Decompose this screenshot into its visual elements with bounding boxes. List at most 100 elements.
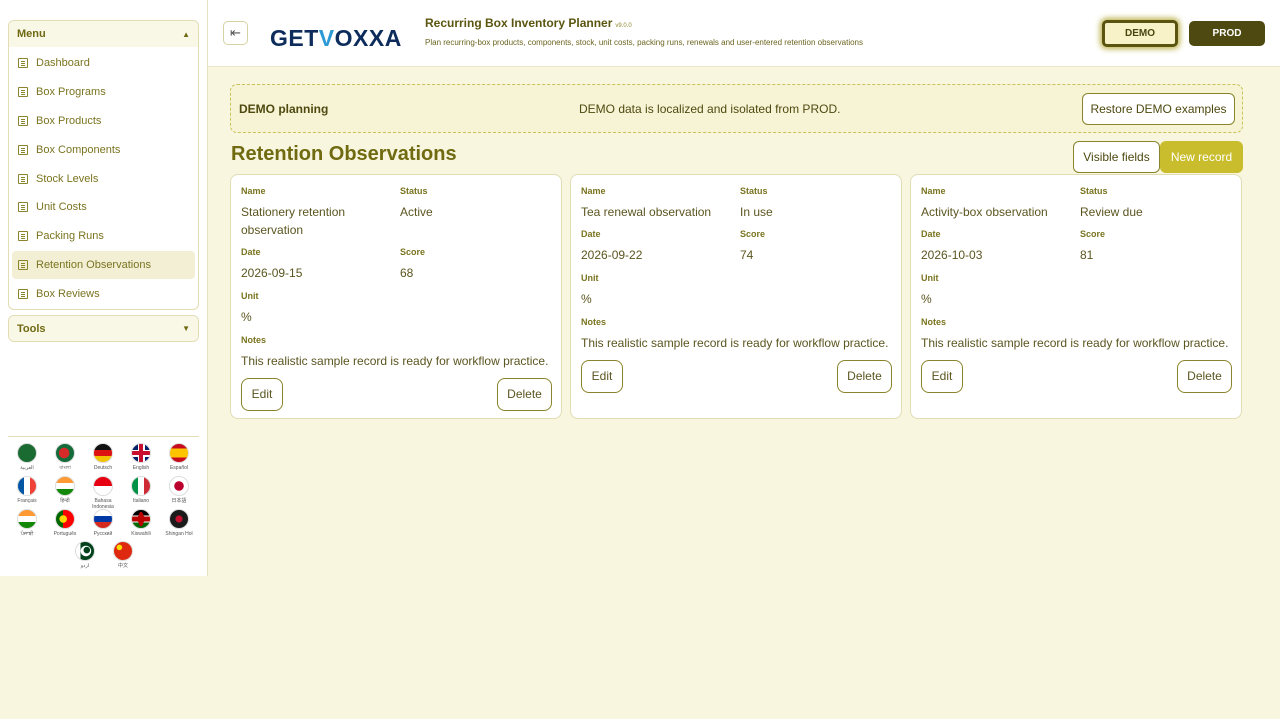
tools-header[interactable]: Tools ▼ [9, 316, 198, 341]
edit-button[interactable]: Edit [581, 360, 623, 393]
lang-label: اردو [80, 563, 90, 569]
sidebar-item-label: Unit Costs [36, 201, 87, 214]
flag-shingan-icon [169, 509, 189, 529]
field-value: This realistic sample record is ready fo… [921, 336, 1229, 350]
sidebar-item-unit-costs[interactable]: Unit Costs [9, 193, 198, 222]
edit-button[interactable]: Edit [241, 378, 283, 411]
lang-swahili[interactable]: Kiswahili [123, 509, 159, 537]
flag-russia-icon [93, 509, 113, 529]
flag-japan-icon [169, 476, 189, 496]
page-title: Retention Observations [231, 143, 457, 165]
lang-japanese[interactable]: 日本語 [161, 476, 197, 504]
field-value: % [921, 292, 932, 306]
field-label: Status [1080, 186, 1108, 196]
delete-button[interactable]: Delete [497, 378, 552, 411]
field-value: 2026-10-03 [921, 248, 983, 262]
restore-demo-button[interactable]: Restore DEMO examples [1082, 93, 1235, 125]
sidebar-item-stock-levels[interactable]: Stock Levels [9, 164, 198, 193]
lang-urdu[interactable]: اردو [67, 541, 103, 569]
lang-label: 中文 [117, 563, 128, 569]
sidebar-item-label: Stock Levels [36, 172, 99, 185]
lang-english[interactable]: English [123, 443, 159, 471]
flag-indonesia-icon [93, 476, 113, 496]
sidebar-item-label: Box Programs [36, 86, 106, 99]
field-value: Tea renewal observation [581, 205, 712, 219]
field-date: Date 2026-10-03 [921, 229, 982, 264]
field-name: Name Activity-box observation [921, 186, 1071, 221]
sidebar-item-retention-observations[interactable]: Retention Observations [12, 250, 195, 280]
sidebar-item-label: Dashboard [36, 57, 90, 70]
lang-chinese[interactable]: 中文 [105, 541, 141, 569]
flag-france-icon [17, 476, 37, 496]
field-value: 2026-09-15 [241, 266, 303, 280]
sidebar: Menu ▲ Dashboard Box Programs Box Produc… [0, 0, 208, 576]
sidebar-item-packing-runs[interactable]: Packing Runs [9, 222, 198, 251]
app-title-text: Recurring Box Inventory Planner [425, 16, 613, 30]
language-selector: العربية বাংলা Deutsch English Español Fr… [8, 436, 199, 569]
lang-indonesian[interactable]: Bahasa Indonesia [85, 476, 121, 510]
logo: GETVOXXA [270, 25, 402, 52]
lang-spanish[interactable]: Español [161, 443, 197, 471]
visible-fields-button[interactable]: Visible fields [1073, 141, 1160, 173]
lang-label: Kiswahili [131, 531, 151, 537]
logo-text-v: V [318, 25, 335, 51]
field-label: Name [921, 186, 946, 196]
sidebar-item-label: Box Reviews [36, 287, 100, 300]
flag-india-punjabi-icon [17, 509, 37, 529]
field-notes: Notes This realistic sample record is rea… [581, 317, 896, 352]
lang-russian[interactable]: Русский [85, 509, 121, 537]
sidebar-item-box-reviews[interactable]: Box Reviews [9, 279, 198, 308]
lang-french[interactable]: Français [9, 476, 45, 504]
lang-label: Deutsch [93, 465, 113, 471]
field-status: Status Review due [1080, 186, 1143, 221]
record-card: Name Activity-box observation Status Revie… [910, 174, 1242, 419]
field-value: % [581, 292, 592, 306]
sidebar-item-box-programs[interactable]: Box Programs [9, 78, 198, 107]
sidebar-item-dashboard[interactable]: Dashboard [9, 49, 198, 78]
demo-mode-button[interactable]: DEMO [1102, 20, 1178, 47]
lang-label: English [132, 465, 150, 471]
sidebar-item-box-components[interactable]: Box Components [9, 135, 198, 164]
collapse-sidebar-button[interactable]: ⇤ [223, 21, 248, 45]
lang-german[interactable]: Deutsch [85, 443, 121, 471]
lang-arabic[interactable]: العربية [9, 443, 45, 471]
lang-shingan-hol[interactable]: Shingan Hol [161, 509, 197, 537]
field-label: Status [400, 186, 428, 196]
prod-mode-button[interactable]: PROD [1189, 21, 1265, 46]
field-unit: Unit% [921, 273, 939, 308]
field-label: Score [1080, 229, 1106, 239]
document-icon [18, 288, 28, 299]
field-label: Unit [581, 273, 599, 283]
field-value: Review due [1080, 205, 1143, 219]
lang-label: Português [53, 531, 77, 537]
delete-button[interactable]: Delete [837, 360, 892, 393]
edit-button[interactable]: Edit [921, 360, 963, 393]
lang-punjabi[interactable]: ਪੰਜਾਬੀ [9, 509, 45, 537]
field-label: Notes [241, 335, 267, 345]
document-icon [18, 115, 28, 126]
new-record-button[interactable]: New record [1160, 141, 1243, 173]
field-score: Score 68 [400, 247, 425, 282]
version-badge: v9.0.0 [615, 23, 632, 29]
lang-portuguese[interactable]: Português [47, 509, 83, 537]
flag-italy-icon [131, 476, 151, 496]
flag-saudi-arabia-icon [17, 443, 37, 463]
document-icon [18, 144, 28, 155]
lang-hindi[interactable]: हिन्दी [47, 476, 83, 504]
lang-label: Español [169, 465, 189, 471]
delete-button[interactable]: Delete [1177, 360, 1232, 393]
lang-bengali[interactable]: বাংলা [47, 443, 83, 471]
sidebar-item-label: Box Components [36, 143, 121, 156]
field-value: 68 [400, 266, 414, 280]
field-notes: Notes This realistic sample record is rea… [921, 317, 1236, 352]
lang-label: Shingan Hol [165, 531, 193, 537]
menu-header[interactable]: Menu ▲ [9, 21, 198, 47]
logo-text-right: OXXA [334, 25, 402, 51]
sidebar-item-box-products[interactable]: Box Products [9, 107, 198, 136]
field-name: Name Tea renewal observation [581, 186, 731, 221]
lang-italian[interactable]: Italiano [123, 476, 159, 504]
field-label: Name [581, 186, 606, 196]
app-subtitle: Plan recurring-box products, components,… [425, 38, 864, 47]
tools-panel[interactable]: Tools ▼ [8, 315, 199, 342]
flag-portugal-icon [55, 509, 75, 529]
